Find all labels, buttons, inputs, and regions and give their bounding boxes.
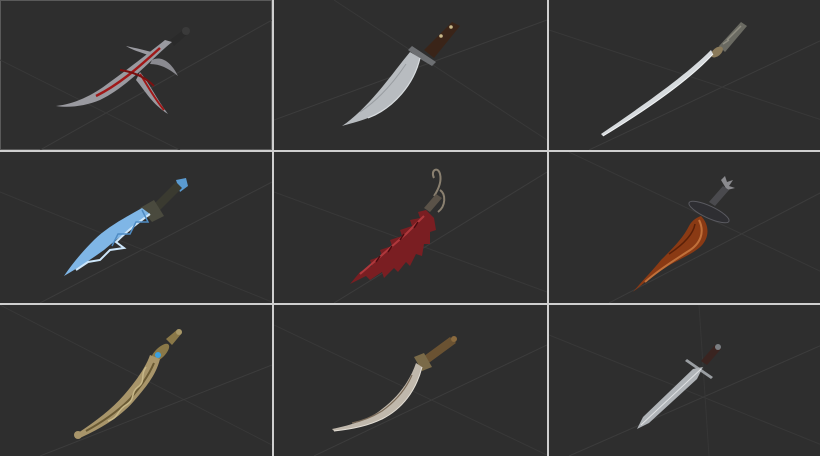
weapon-thumbnail-8[interactable]	[274, 305, 547, 456]
katana-icon	[549, 22, 820, 150]
ornate-golden-dagger-icon	[0, 305, 272, 456]
weapon-gallery-grid	[0, 0, 820, 456]
curved-shamshir-blade-icon	[274, 324, 547, 456]
bronze-flame-kris-dagger-icon	[568, 152, 820, 303]
curved-scimitar-knife-icon	[274, 0, 547, 141]
weapon-thumbnail-4[interactable]	[0, 152, 272, 303]
twisted-crimson-scythe-blade-icon	[0, 19, 272, 150]
ice-crystal-dagger-icon	[0, 178, 272, 303]
weapon-thumbnail-2[interactable]	[274, 0, 547, 150]
straight-steel-dagger-icon	[549, 305, 820, 456]
weapon-thumbnail-7[interactable]	[0, 305, 272, 456]
weapon-thumbnail-3[interactable]	[549, 0, 820, 150]
weapon-thumbnail-6[interactable]	[549, 152, 820, 303]
bloody-serrated-flesh-blade-icon	[274, 168, 547, 303]
weapon-thumbnail-5[interactable]	[274, 152, 547, 303]
weapon-thumbnail-9[interactable]	[549, 305, 820, 456]
weapon-thumbnail-1[interactable]	[0, 0, 272, 150]
